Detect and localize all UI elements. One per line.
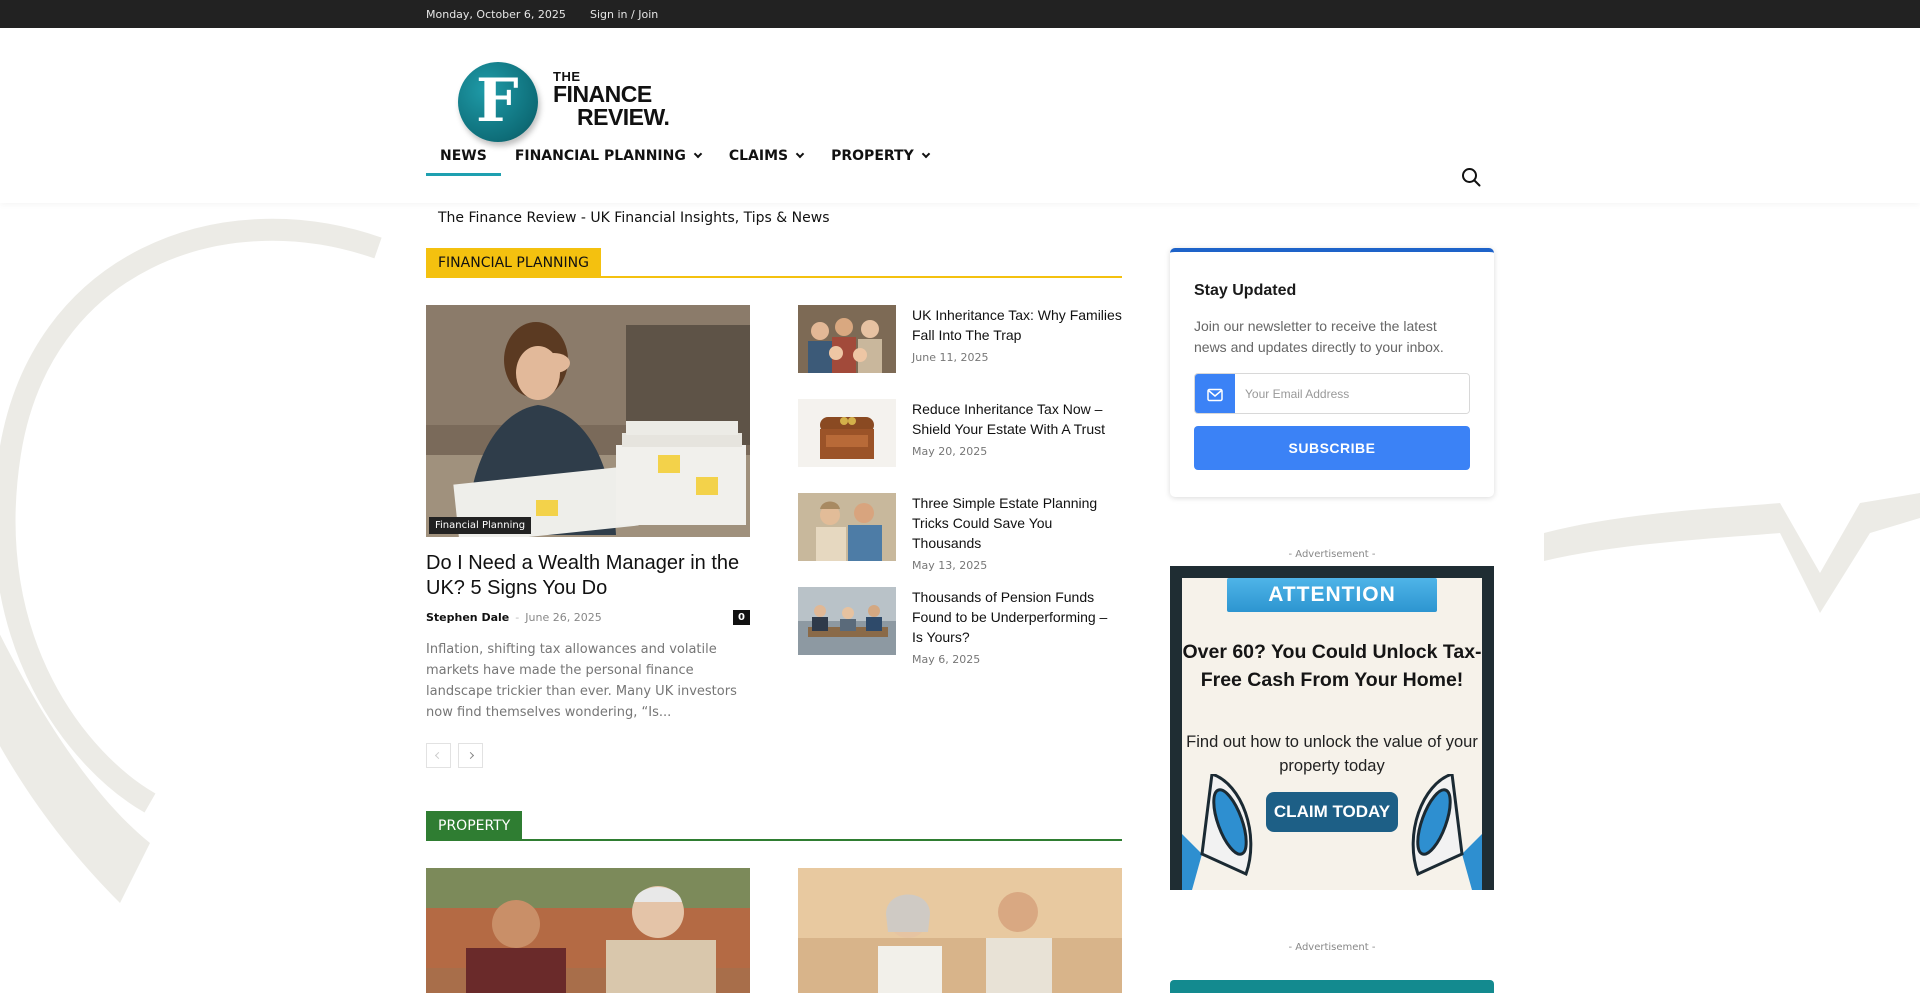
search-button[interactable] bbox=[1460, 166, 1482, 188]
list-item-title[interactable]: Thousands of Pension Funds Found to be U… bbox=[912, 587, 1122, 647]
nav-item-label: PROPERTY bbox=[831, 148, 914, 164]
category-tag[interactable]: Financial Planning bbox=[429, 517, 532, 534]
nav-item-label: NEWS bbox=[440, 148, 487, 164]
advertisement-label: - Advertisement - bbox=[1288, 942, 1376, 953]
retired-couple-image bbox=[798, 868, 1122, 993]
list-item-date: May 13, 2025 bbox=[912, 559, 988, 572]
men-talking-image bbox=[426, 868, 750, 993]
list-item-date: May 6, 2025 bbox=[912, 653, 981, 666]
top-bar: Monday, October 6, 2025 Sign in / Join bbox=[0, 0, 1920, 28]
advertisement-slot[interactable] bbox=[1170, 980, 1494, 993]
article-excerpt: Inflation, shifting tax allowances and v… bbox=[426, 642, 737, 720]
block-pager bbox=[426, 743, 750, 768]
nav-item-label: FINANCIAL PLANNING bbox=[514, 148, 686, 164]
list-item-title[interactable]: UK Inheritance Tax: Why Families Fall In… bbox=[912, 305, 1122, 345]
comment-count[interactable]: 0 bbox=[733, 610, 750, 625]
article-thumbnail[interactable] bbox=[798, 399, 896, 467]
financial-planning-heading: FINANCIAL PLANNING bbox=[426, 248, 1122, 278]
list-item-title[interactable]: Reduce Inheritance Tax Now – Shield Your… bbox=[912, 399, 1122, 439]
envelope-icon bbox=[1207, 388, 1223, 401]
advertisement-label: - Advertisement - bbox=[1288, 549, 1376, 560]
list-item-body: Thousands of Pension Funds Found to be U… bbox=[912, 587, 1122, 681]
chevron-right-icon bbox=[466, 751, 475, 760]
sign-in-link[interactable]: Sign in / Join bbox=[590, 8, 658, 21]
prev-page-button[interactable] bbox=[426, 743, 451, 768]
stressed-woman-image bbox=[426, 305, 750, 537]
subscribe-button[interactable]: SUBSCRIBE bbox=[1194, 426, 1470, 470]
email-field bbox=[1194, 373, 1470, 414]
article-thumbnail[interactable] bbox=[798, 587, 896, 655]
family-image bbox=[798, 305, 896, 373]
list-item: Reduce Inheritance Tax Now – Shield Your… bbox=[798, 399, 1122, 493]
list-item-date: May 20, 2025 bbox=[912, 445, 988, 458]
logo-finance: FINANCE bbox=[553, 81, 652, 107]
nav-item-property[interactable]: PROPERTY bbox=[817, 136, 943, 176]
list-item: Three Simple Estate Planning Tricks Coul… bbox=[798, 493, 1122, 587]
list-item-body: Three Simple Estate Planning Tricks Coul… bbox=[912, 493, 1122, 587]
chevron-left-icon bbox=[434, 751, 443, 760]
site-header: F THE FINANCE REVIEW. bbox=[0, 28, 1920, 203]
article-list: UK Inheritance Tax: Why Families Fall In… bbox=[798, 305, 1122, 681]
chevron-down-icon bbox=[693, 149, 703, 159]
site-logo[interactable]: F THE FINANCE REVIEW. bbox=[458, 62, 678, 146]
nav-item-news[interactable]: NEWS bbox=[426, 136, 501, 176]
main-content: FINANCIAL PLANNING Financial Planning Do… bbox=[426, 248, 1122, 993]
list-item-date: June 11, 2025 bbox=[912, 351, 989, 364]
meeting-image bbox=[798, 587, 896, 655]
newsletter-title: Stay Updated bbox=[1194, 282, 1297, 299]
featured-article-image[interactable]: Financial Planning bbox=[426, 305, 750, 537]
publish-date: June 26, 2025 bbox=[525, 611, 602, 624]
list-item: Thousands of Pension Funds Found to be U… bbox=[798, 587, 1122, 681]
article-meta: Stephen Dale - June 26, 2025 0 bbox=[426, 610, 750, 625]
property-article-image[interactable] bbox=[798, 868, 1122, 993]
property-heading: PROPERTY bbox=[426, 811, 1122, 841]
megaphone-icon bbox=[1182, 774, 1482, 890]
chevron-down-icon bbox=[921, 149, 930, 159]
main-nav: NEWS FINANCIAL PLANNING CLAIMS PROPERTY bbox=[426, 136, 943, 176]
list-item-title[interactable]: Three Simple Estate Planning Tricks Coul… bbox=[912, 493, 1122, 553]
newsletter-widget: Stay Updated Join our newsletter to rece… bbox=[1170, 248, 1494, 497]
search-icon bbox=[1462, 168, 1481, 187]
ad-panel: ATTENTION Over 60? You Could Unlock Tax-… bbox=[1182, 578, 1482, 890]
sidebar: Stay Updated Join our newsletter to rece… bbox=[1170, 248, 1494, 993]
featured-article-title[interactable]: Do I Need a Wealth Manager in the UK? 5 … bbox=[426, 551, 750, 601]
site-tagline: The Finance Review - UK Financial Insigh… bbox=[438, 210, 830, 226]
nav-item-claims[interactable]: CLAIMS bbox=[715, 136, 817, 176]
logo-wordmark: THE FINANCE REVIEW. bbox=[553, 70, 670, 130]
email-input[interactable] bbox=[1235, 374, 1469, 413]
author-name[interactable]: Stephen Dale bbox=[426, 611, 509, 624]
mail-icon bbox=[1195, 374, 1235, 413]
newsletter-text: Join our newsletter to receive the lates… bbox=[1194, 318, 1444, 355]
next-page-button[interactable] bbox=[458, 743, 483, 768]
section-title-property[interactable]: PROPERTY bbox=[426, 811, 523, 841]
list-item-body: Reduce Inheritance Tax Now – Shield Your… bbox=[912, 399, 1122, 493]
list-item-body: UK Inheritance Tax: Why Families Fall In… bbox=[912, 305, 1122, 399]
ad-subtext: Find out how to unlock the value of your… bbox=[1186, 733, 1478, 775]
logo-emblem: F bbox=[458, 62, 538, 142]
section-title-financial-planning[interactable]: FINANCIAL PLANNING bbox=[426, 248, 601, 278]
nav-item-financial-planning[interactable]: FINANCIAL PLANNING bbox=[501, 136, 715, 176]
logo-letter: F bbox=[476, 66, 519, 136]
nav-item-label: CLAIMS bbox=[728, 148, 789, 164]
ad-headline: Over 60? You Could Unlock Tax-Free Cash … bbox=[1182, 641, 1482, 691]
chevron-down-icon bbox=[795, 149, 805, 159]
couple-image bbox=[798, 493, 896, 561]
list-item: UK Inheritance Tax: Why Families Fall In… bbox=[798, 305, 1122, 399]
current-date: Monday, October 6, 2025 bbox=[426, 8, 566, 21]
logo-review: REVIEW. bbox=[577, 104, 670, 130]
ad-banner: ATTENTION bbox=[1227, 578, 1437, 612]
property-block: PROPERTY bbox=[426, 811, 1122, 993]
article-thumbnail[interactable] bbox=[798, 493, 896, 561]
meta-separator: - bbox=[515, 611, 520, 624]
trust-chest-image bbox=[798, 399, 896, 467]
equity-release-ad[interactable]: ATTENTION Over 60? You Could Unlock Tax-… bbox=[1170, 566, 1494, 890]
property-article-image[interactable] bbox=[426, 868, 750, 993]
article-thumbnail[interactable] bbox=[798, 305, 896, 373]
featured-article: Financial Planning Do I Need a Wealth Ma… bbox=[426, 305, 750, 768]
